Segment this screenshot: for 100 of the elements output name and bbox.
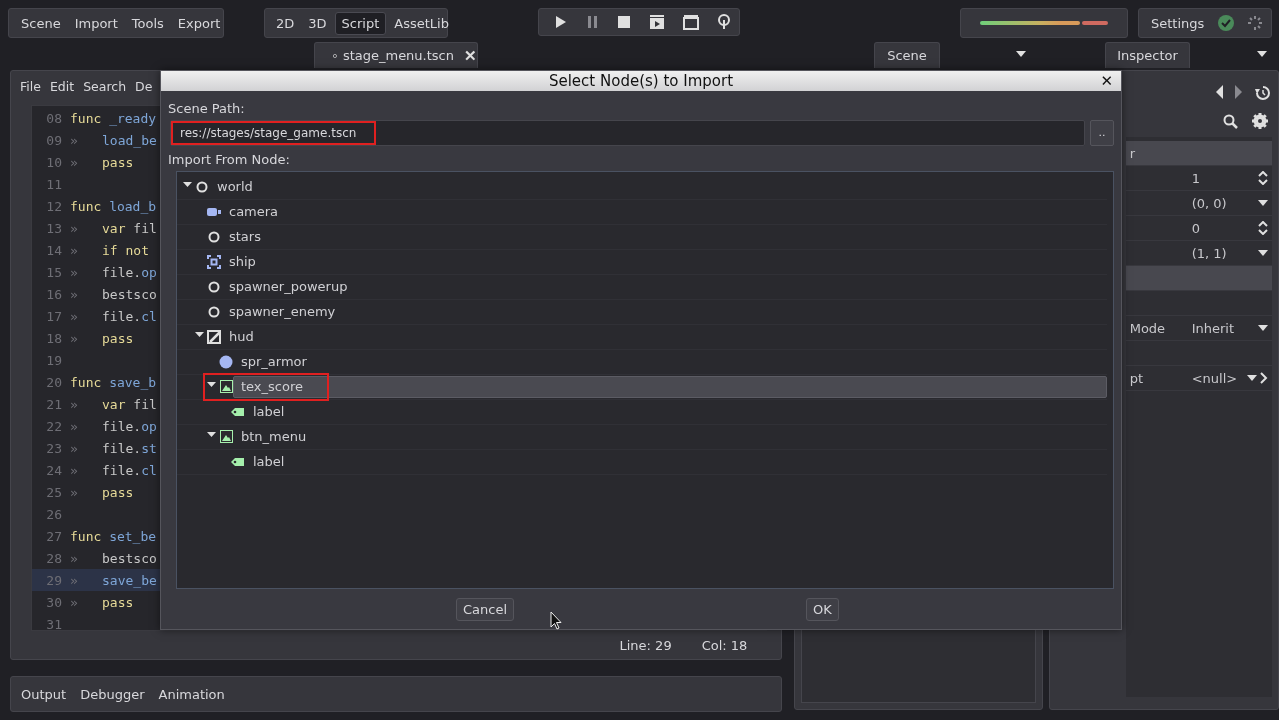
- line-number: 23: [45, 440, 62, 456]
- tree-item[interactable]: hud: [223, 329, 254, 345]
- code-line: load_be: [102, 132, 157, 148]
- tab-marker: »: [70, 484, 79, 500]
- tree-item[interactable]: camera: [223, 204, 279, 220]
- search-icon[interactable]: [1223, 113, 1238, 129]
- tree-item[interactable]: btn_menu: [235, 429, 307, 445]
- dropdown-arrow-icon[interactable]: [1016, 51, 1026, 57]
- property-field[interactable]: <null>: [1191, 370, 1272, 386]
- pause-icon[interactable]: [586, 15, 599, 29]
- tab-marker: »: [70, 440, 79, 456]
- line-number: 18: [45, 330, 62, 346]
- property-field[interactable]: 0: [1191, 220, 1272, 236]
- forward-arrow-icon[interactable]: [1235, 85, 1243, 99]
- menu-item[interactable]: Import: [68, 12, 124, 34]
- circle-icon: [208, 230, 220, 243]
- tab-marker: »: [70, 396, 79, 412]
- bottom-panel-tab[interactable]: Debugger: [74, 684, 151, 704]
- dock-tab[interactable]: Inspector: [1105, 42, 1190, 68]
- bottom-panel-tab[interactable]: Animation: [152, 684, 231, 704]
- tab-marker: »: [70, 242, 79, 258]
- stop-icon[interactable]: [617, 15, 631, 29]
- property-field[interactable]: 1: [1191, 170, 1272, 186]
- line-number: 22: [45, 418, 62, 434]
- code-line: func _ready: [70, 110, 157, 126]
- check-icon: [1217, 15, 1234, 31]
- property-label: Mode: [1128, 320, 1167, 336]
- dropdown-arrow-icon[interactable]: [1258, 325, 1268, 331]
- tag-icon: [231, 406, 245, 417]
- tree-item[interactable]: spawner_enemy: [223, 304, 336, 320]
- tab-marker: »: [70, 462, 79, 478]
- tree-item[interactable]: label: [247, 454, 285, 470]
- line-number: 12: [45, 198, 62, 214]
- clapperboard-icon[interactable]: [649, 14, 665, 30]
- tab[interactable]: Script: [334, 11, 387, 35]
- bottom-panel-tab[interactable]: Output: [15, 684, 73, 704]
- tree-item[interactable]: world: [211, 179, 253, 195]
- tab-marker: »: [70, 154, 79, 170]
- play-icon[interactable]: [554, 15, 568, 29]
- back-arrow-icon[interactable]: [1215, 85, 1223, 99]
- path-value: res://stages/stage_game.tscn: [173, 122, 375, 143]
- tab-marker: »: [70, 264, 79, 280]
- code-line: func set_be: [70, 528, 157, 544]
- tab[interactable]: 2D: [270, 12, 301, 34]
- code-line: file.cl: [102, 308, 157, 324]
- line-number: 24: [45, 462, 62, 478]
- code-line: func load_b: [70, 198, 157, 214]
- tree-item[interactable]: spr_armor: [235, 354, 307, 370]
- frame-icon: [207, 254, 221, 269]
- tree-item[interactable]: tex_score: [235, 379, 303, 395]
- property-value: Inherit: [1191, 320, 1235, 336]
- menu-item[interactable]: Tools: [125, 12, 170, 34]
- node-tree[interactable]: world camera stars ship spawner_powerup spawner_enemy hud spr_armor tex_score label btn_menu label: [176, 170, 1114, 590]
- line-number: 14: [45, 242, 62, 258]
- property-field[interactable]: Inherit: [1191, 320, 1272, 336]
- browse-button[interactable]: ..: [1090, 119, 1114, 146]
- column-indicator: Col: 18: [701, 637, 748, 653]
- line-number: 19: [45, 352, 62, 368]
- tag-icon: [231, 456, 245, 467]
- spin-arrows-icon[interactable]: [1258, 171, 1268, 185]
- settings-button[interactable]: Settings: [1151, 15, 1205, 31]
- tab[interactable]: AssetLib: [388, 12, 455, 34]
- tree-item[interactable]: label: [247, 404, 285, 420]
- dock-tab[interactable]: Scene: [874, 42, 940, 68]
- spin-arrows-icon[interactable]: [1258, 221, 1268, 235]
- tab-label: stage_menu.tscn: [342, 48, 454, 63]
- code-line: file.op: [102, 264, 157, 280]
- tree-item[interactable]: ship: [223, 254, 256, 270]
- menu-item[interactable]: Edit: [46, 76, 78, 96]
- line-number: 31: [45, 616, 62, 630]
- tree-item[interactable]: stars: [223, 229, 261, 245]
- line-number: 13: [45, 220, 62, 236]
- property-field[interactable]: (1, 1): [1191, 245, 1272, 261]
- menu-item[interactable]: De: [132, 76, 156, 96]
- cancel-button[interactable]: Cancel: [456, 597, 515, 621]
- circle-icon: [208, 280, 220, 293]
- path-field[interactable]: res://stages/stage_game.tscn: [170, 119, 1085, 146]
- tree-item[interactable]: spawner_powerup: [223, 279, 348, 295]
- antenna-icon[interactable]: [717, 14, 731, 30]
- dropdown-arrow-icon[interactable]: [1247, 375, 1257, 381]
- menu-item[interactable]: Search: [80, 76, 130, 96]
- history-icon[interactable]: [1255, 84, 1270, 100]
- close-button[interactable]: ✕: [460, 46, 477, 65]
- tab-marker: »: [70, 572, 79, 588]
- code-line: var fil: [102, 396, 157, 412]
- menu-item[interactable]: Export: [171, 12, 227, 34]
- menu-item[interactable]: Scene: [15, 12, 67, 34]
- clapperboard-icon[interactable]: [683, 14, 699, 30]
- dropdown-arrow-icon[interactable]: [1258, 250, 1268, 256]
- tab[interactable]: 3D: [302, 12, 333, 34]
- scene-file-tab[interactable]: stage_menu.tscn ✕: [314, 42, 478, 68]
- menu-item[interactable]: File: [17, 76, 44, 96]
- line-indicator: Line: 29: [619, 637, 672, 653]
- dropdown-arrow-icon[interactable]: [1257, 51, 1267, 57]
- chevron-right-icon[interactable]: [1260, 372, 1268, 384]
- settings-icon[interactable]: [1252, 113, 1268, 129]
- ok-button[interactable]: OK: [806, 597, 839, 621]
- dropdown-arrow-icon[interactable]: [1258, 200, 1268, 206]
- close-button[interactable]: ✕: [1098, 71, 1115, 91]
- property-field[interactable]: (0, 0): [1191, 195, 1272, 211]
